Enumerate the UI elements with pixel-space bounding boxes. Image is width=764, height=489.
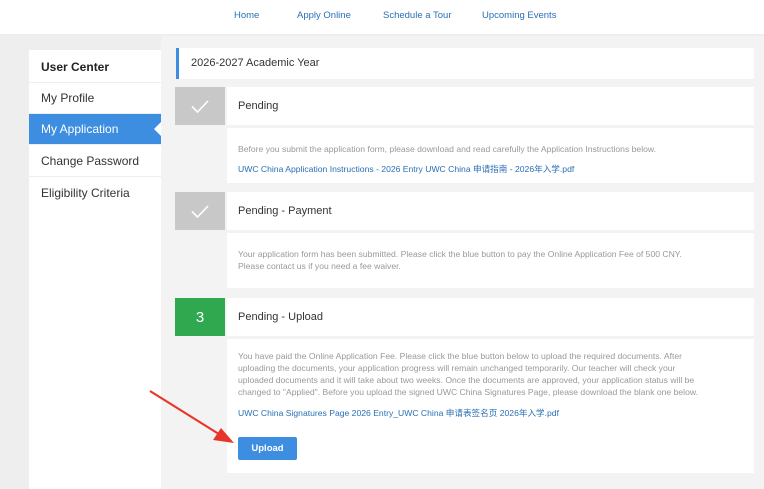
step-2-body: Your application form has been submitted… bbox=[227, 233, 754, 288]
application-instructions-pdf-link[interactable]: UWC China Application Instructions - 202… bbox=[238, 164, 574, 174]
nav-upcoming-events-link[interactable]: Upcoming Events bbox=[482, 10, 556, 21]
nav-apply-online-link[interactable]: Apply Online bbox=[297, 10, 351, 21]
sidebar-title: User Center bbox=[29, 52, 161, 83]
user-center-sidebar: User Center My Profile My Application Ch… bbox=[29, 50, 161, 489]
academic-year-header: 2026-2027 Academic Year bbox=[176, 48, 754, 79]
sidebar-item-my-profile[interactable]: My Profile bbox=[29, 83, 161, 114]
step-3-status-box: 3 bbox=[175, 298, 225, 336]
nav-schedule-tour-link[interactable]: Schedule a Tour bbox=[383, 10, 452, 21]
signatures-page-pdf-link[interactable]: UWC China Signatures Page 2026 Entry_UWC… bbox=[238, 408, 559, 418]
nav-home-link[interactable]: Home bbox=[234, 10, 259, 21]
step-1-title: Pending bbox=[227, 87, 754, 125]
step-1-status-box bbox=[175, 87, 225, 125]
sidebar-item-change-password[interactable]: Change Password bbox=[29, 146, 161, 177]
check-icon bbox=[191, 204, 209, 218]
application-main-panel: 2026-2027 Academic Year Pending Before y… bbox=[161, 36, 764, 489]
step-2-status-box bbox=[175, 192, 225, 230]
step-3-title: Pending - Upload bbox=[227, 298, 754, 336]
step-2-title: Pending - Payment bbox=[227, 192, 754, 230]
sidebar-item-my-application[interactable]: My Application bbox=[29, 114, 161, 145]
sidebar-item-eligibility-criteria[interactable]: Eligibility Criteria bbox=[29, 178, 161, 209]
step-3-body: You have paid the Online Application Fee… bbox=[227, 339, 754, 473]
step-3-text-line-1: You have paid the Online Application Fee… bbox=[238, 351, 682, 361]
top-navigation: Home Apply Online Schedule a Tour Upcomi… bbox=[0, 0, 764, 34]
check-icon bbox=[191, 99, 209, 113]
step-3-text-line-4: changed to "Applied". Before you upload … bbox=[238, 387, 698, 397]
upload-button[interactable]: Upload bbox=[238, 437, 297, 460]
step-2-text-line-2: Please contact us if you need a fee waiv… bbox=[238, 261, 401, 271]
step-3-text-line-3: uploaded documents and it will take abou… bbox=[238, 375, 695, 385]
step-3-text-line-2: uploading the documents, your applicatio… bbox=[238, 363, 676, 373]
step-2-text-line-1: Your application form has been submitted… bbox=[238, 249, 682, 259]
step-1-body: Before you submit the application form, … bbox=[227, 128, 754, 183]
step-1-instructions-text: Before you submit the application form, … bbox=[238, 144, 657, 154]
step-3-number: 3 bbox=[195, 308, 205, 326]
